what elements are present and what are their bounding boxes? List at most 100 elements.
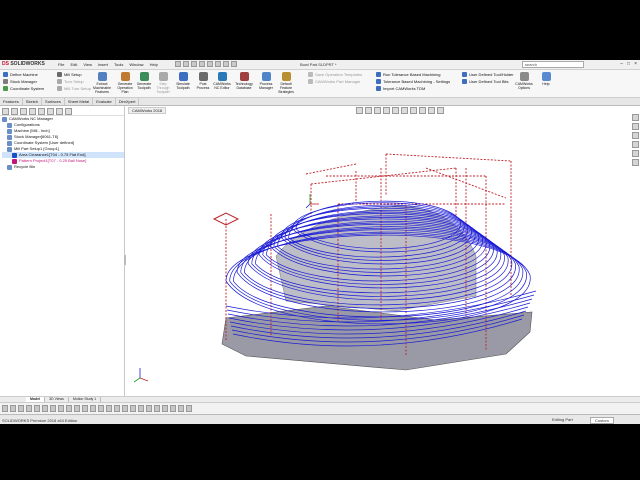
ribbon-technology-database-button[interactable]: Technology Database (234, 72, 254, 90)
ribbon-process-manager-button[interactable]: Process Manager (256, 72, 276, 90)
open-icon[interactable] (183, 61, 189, 67)
dimxpert-icon[interactable] (29, 108, 36, 115)
toolbar-icon[interactable] (18, 405, 24, 412)
ribbon-save-operation-templates-button[interactable]: Save Operation Templates (308, 72, 374, 77)
ribbon-run-tolerance-based-machining-button[interactable]: Run Tolerance Based Machining (376, 72, 468, 77)
new-icon[interactable] (175, 61, 181, 67)
tab-sketch[interactable]: Sketch (23, 98, 43, 105)
ribbon-user-defined-tool-bits-button[interactable]: User Defined Tool Bits (462, 79, 518, 84)
command-label: Simulate Toolpath (176, 82, 190, 90)
ribbon-coordinate-system-button[interactable]: Coordinate System (3, 86, 55, 91)
ribbon-stock-manager-button[interactable]: Stock Manager (3, 79, 55, 84)
ribbon-post-process-button[interactable]: Post Process (193, 72, 213, 90)
ribbon-camworks-part-manager-button[interactable]: CAMWorks Part Manager (308, 79, 374, 84)
ribbon-simulate-toolpath-button[interactable]: Simulate Toolpath (173, 72, 193, 90)
tab-dimxpert[interactable]: DimXpert (116, 98, 140, 105)
command-icon (239, 72, 249, 81)
graphics-area[interactable]: CAMWorks 2018 (126, 106, 630, 398)
units-selector[interactable]: Custom (590, 417, 614, 424)
command-icon (158, 72, 168, 81)
ribbon-tolerance-based-machining-settings-button[interactable]: Tolerance Based Machining - Settings (376, 79, 468, 84)
toolbar-icon[interactable] (90, 405, 96, 412)
print-icon[interactable] (199, 61, 205, 67)
options-icon[interactable] (231, 61, 237, 67)
ribbon-user-defined-tool-holder-button[interactable]: User Defined Tool/Holder (462, 72, 518, 77)
ribbon-default-feature-strategies-button[interactable]: Default Feature Strategies (276, 72, 296, 94)
ribbon-define-machine-button[interactable]: Define Machine (3, 72, 55, 77)
toolbar-icon[interactable] (106, 405, 112, 412)
toolbar-icon[interactable] (122, 405, 128, 412)
custom-properties-icon[interactable] (631, 159, 639, 166)
menu-item-tools[interactable]: Tools (114, 62, 123, 67)
menu-item-edit[interactable]: Edit (70, 62, 77, 67)
toolbar-icon[interactable] (66, 405, 72, 412)
menu-item-help[interactable]: Help (150, 62, 158, 67)
ribbon-help-button[interactable]: Help (536, 72, 556, 86)
toolbar-icon[interactable] (130, 405, 136, 412)
ribbon-camworks-options-button[interactable]: CAMWorks Options (514, 72, 534, 90)
ribbon-generate-toolpath-button[interactable]: Generate Toolpath (134, 72, 154, 90)
design-library-icon[interactable] (631, 123, 639, 130)
command-icon (3, 72, 8, 77)
toolbar-icon[interactable] (114, 405, 120, 412)
toolbar-icon[interactable] (138, 405, 144, 412)
ribbon-mill-setup-button[interactable]: Mill Setup (57, 72, 97, 77)
ribbon-mill-turn-setup-button[interactable]: Mill-Turn Setup (57, 86, 97, 91)
undo-icon[interactable] (207, 61, 213, 67)
feature-manager-icon[interactable] (2, 108, 9, 115)
toolbar-icon[interactable] (58, 405, 64, 412)
ribbon-extract-machinable-features-button[interactable]: Extract Machinable Features (92, 72, 112, 94)
display-manager-icon[interactable] (38, 108, 45, 115)
camworks-operation-tree-icon[interactable] (56, 108, 63, 115)
toolbar-icon[interactable] (178, 405, 184, 412)
toolbar-icon[interactable] (98, 405, 104, 412)
toolbar-icon[interactable] (82, 405, 88, 412)
configuration-manager-icon[interactable] (20, 108, 27, 115)
solidworks-logo[interactable]: DS SOLIDWORKS (2, 61, 45, 67)
rebuild-icon[interactable] (223, 61, 229, 67)
appearances-icon[interactable] (631, 150, 639, 157)
property-manager-icon[interactable] (11, 108, 18, 115)
ribbon-import-camworks-tdm-button[interactable]: Import CAMWorks TDM (376, 86, 468, 91)
camworks-tool-tree-icon[interactable] (65, 108, 72, 115)
toolbar-icon[interactable] (42, 405, 48, 412)
ribbon-camworks-nc-editor-button[interactable]: CAMWorks NC Editor (212, 72, 232, 90)
command-icon (281, 72, 291, 81)
minimize-icon[interactable]: – (620, 61, 623, 67)
ribbon-step-through-toolpath-button[interactable]: Step Through Toolpath (153, 72, 173, 94)
status-bar: SOLIDWORKS Premium 2018 x64 Edition Edit… (0, 414, 640, 424)
tree-item[interactable]: Recycle Bin (2, 164, 124, 170)
ribbon-generate-operation-plan-button[interactable]: Generate Operation Plan (115, 72, 135, 94)
file-explorer-icon[interactable] (631, 132, 639, 139)
maximize-icon[interactable]: □ (627, 61, 630, 67)
menu-item-view[interactable]: View (83, 62, 92, 67)
toolbar-icon[interactable] (162, 405, 168, 412)
command-icon (3, 79, 8, 84)
toolbar-icon[interactable] (2, 405, 8, 412)
select-icon[interactable] (215, 61, 221, 67)
ribbon-command-list: Run Tolerance Based Machining Tolerance B… (376, 72, 468, 91)
toolbar-icon[interactable] (74, 405, 80, 412)
tab-features[interactable]: Features (0, 98, 23, 105)
tab-evaluate[interactable]: Evaluate (93, 98, 116, 105)
toolbar-icon[interactable] (170, 405, 176, 412)
toolbar-icon[interactable] (34, 405, 40, 412)
tab-sheet-metal[interactable]: Sheet Metal (65, 98, 94, 105)
toolbar-icon[interactable] (146, 405, 152, 412)
save-icon[interactable] (191, 61, 197, 67)
toolbar-icon[interactable] (186, 405, 192, 412)
close-icon[interactable]: × (634, 61, 637, 67)
camworks-feature-tree-icon[interactable] (47, 108, 54, 115)
toolbar-icon[interactable] (26, 405, 32, 412)
toolbar-icon[interactable] (10, 405, 16, 412)
menu-item-file[interactable]: File (58, 62, 64, 67)
toolbar-icon[interactable] (154, 405, 160, 412)
resources-icon[interactable] (631, 114, 639, 121)
search-input[interactable]: search (522, 61, 584, 68)
toolbar-icon[interactable] (50, 405, 56, 412)
menu-item-window[interactable]: Window (129, 62, 143, 67)
menu-item-insert[interactable]: Insert (98, 62, 108, 67)
tab-surfaces[interactable]: Surfaces (42, 98, 65, 105)
ribbon-turn-setup-button[interactable]: Turn Setup (57, 79, 97, 84)
view-palette-icon[interactable] (631, 141, 639, 148)
